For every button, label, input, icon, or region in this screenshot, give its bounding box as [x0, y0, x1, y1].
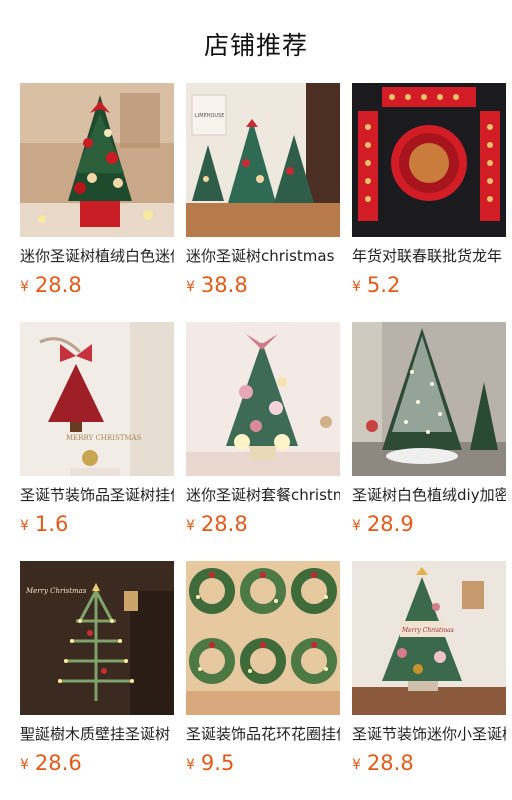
price-value: 38.8: [200, 273, 248, 297]
price-value: 28.8: [366, 751, 414, 775]
product-name[interactable]: 圣诞节装饰迷你小圣诞树: [352, 723, 506, 745]
product-card[interactable]: 圣诞装饰品花环花圈挂件 ¥9.5: [186, 561, 340, 781]
price-value: 9.5: [200, 751, 235, 775]
product-grid: 迷你圣诞树植绒白色迷你 ¥28.8 LIMEHOUSE 迷你圣诞树christm…: [0, 0, 512, 800]
product-card[interactable]: LIMEHOUSE 迷你圣诞树christmas ¥38.8: [186, 83, 340, 303]
currency-symbol: ¥: [186, 757, 195, 773]
product-card[interactable]: Merry Christmas 圣诞节装饰迷你小圣诞树 ¥28.8: [352, 561, 506, 781]
product-card[interactable]: 迷你圣诞树植绒白色迷你 ¥28.8: [20, 83, 174, 303]
price-value: 5.2: [366, 273, 401, 297]
product-name[interactable]: 圣诞树白色植绒diy加密: [352, 484, 506, 506]
product-price: ¥9.5: [186, 751, 234, 781]
tree-sign-text: Merry Christmas: [401, 627, 454, 634]
currency-symbol: ¥: [20, 757, 29, 773]
product-price: ¥28.9: [352, 512, 414, 542]
product-price: ¥38.8: [186, 273, 248, 303]
product-price: ¥5.2: [352, 273, 400, 303]
bag-text: LIMEHOUSE: [195, 113, 224, 119]
product-card[interactable]: Merry Christmas 聖誕樹木质壁挂圣诞树 ¥ 28.6: [20, 561, 174, 781]
product-name[interactable]: 迷你圣诞树套餐christmas: [186, 484, 340, 506]
product-image-couplets[interactable]: [352, 83, 506, 237]
currency-symbol: ¥: [186, 279, 195, 295]
product-card[interactable]: 年货对联春联批货龙年 ¥5.2: [352, 83, 506, 303]
product-price: ¥28.8: [186, 512, 248, 542]
product-name[interactable]: 圣诞装饰品花环花圈挂件: [186, 723, 340, 745]
currency-symbol: ¥: [352, 518, 361, 534]
price-value: 28.8: [200, 512, 248, 536]
price-value: 28.8: [34, 273, 82, 297]
price-value: 28.6: [34, 751, 82, 775]
product-name[interactable]: 迷你圣诞树christmas: [186, 245, 340, 267]
wall-sign-text: Merry Christmas: [25, 587, 87, 595]
currency-symbol: ¥: [20, 518, 29, 534]
product-name[interactable]: 圣诞节装饰品圣诞树挂件: [20, 484, 174, 506]
currency-symbol: ¥: [352, 279, 361, 295]
product-image-small-desk-tree[interactable]: Merry Christmas: [352, 561, 506, 715]
currency-symbol: ¥: [352, 757, 361, 773]
price-value: 28.9: [366, 512, 414, 536]
product-image-mini-trees-trio[interactable]: LIMEHOUSE: [186, 83, 340, 237]
product-card[interactable]: MERRY CHRISTMAS 圣诞节装饰品圣诞树挂件 ¥1.6: [20, 322, 174, 542]
product-price: ¥28.8: [352, 751, 414, 781]
product-price: ¥28.8: [20, 273, 82, 303]
product-price: ¥28.6: [20, 751, 82, 781]
product-card[interactable]: 圣诞树白色植绒diy加密 ¥28.9: [352, 322, 506, 542]
product-price: ¥1.6: [20, 512, 68, 542]
price-value: 1.6: [34, 512, 69, 536]
product-image-white-flocked-tree[interactable]: [352, 322, 506, 476]
product-image-mini-tree-red[interactable]: [20, 83, 174, 237]
product-image-wreaths[interactable]: [186, 561, 340, 715]
product-name[interactable]: 年货对联春联批货龙年: [352, 245, 506, 267]
product-name[interactable]: 迷你圣诞树植绒白色迷你: [20, 245, 174, 267]
product-image-hanging-ornament[interactable]: MERRY CHRISTMAS: [20, 322, 174, 476]
product-image-wall-tree-lights[interactable]: Merry Christmas: [20, 561, 174, 715]
product-name[interactable]: 聖誕樹木质壁挂圣诞树: [20, 723, 174, 745]
currency-symbol: ¥: [20, 279, 29, 295]
currency-symbol: ¥: [186, 518, 195, 534]
product-image-mini-tree-set[interactable]: [186, 322, 340, 476]
banner-text: MERRY CHRISTMAS: [66, 434, 142, 442]
product-card[interactable]: 迷你圣诞树套餐christmas ¥28.8: [186, 322, 340, 542]
